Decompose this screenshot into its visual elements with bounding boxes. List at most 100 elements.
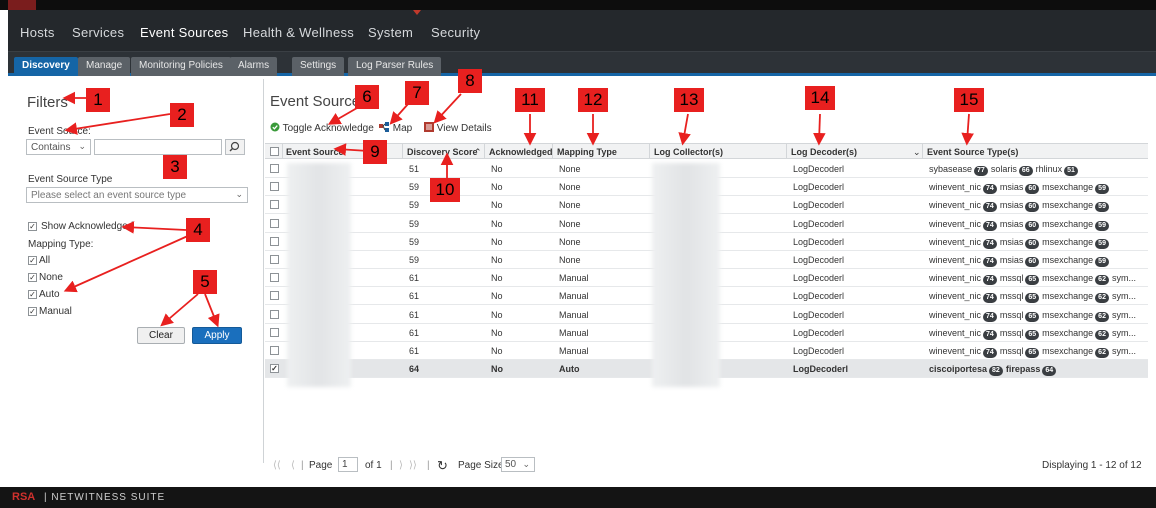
callout-6: 6 (355, 85, 379, 109)
row-checkbox[interactable] (270, 273, 279, 283)
mapping-type-cell: None (559, 255, 581, 265)
tab-monitoring-policies[interactable]: Monitoring Policies (131, 57, 231, 76)
rsa-logo: RSA (12, 491, 36, 503)
column-acknowledged[interactable]: Acknowledged (489, 147, 553, 157)
source-type-score-badge: 74 (983, 257, 997, 267)
column-event-source-types[interactable]: Event Source Type(s) (927, 147, 1018, 157)
page-size-select[interactable]: 50 ⌄ (501, 457, 535, 472)
row-checkbox[interactable] (270, 164, 279, 173)
mapping-auto-checkbox[interactable]: ✓ (28, 290, 37, 299)
tab-discovery[interactable]: Discovery (14, 57, 78, 76)
column-separator (282, 144, 283, 159)
source-type-name: winevent_nic (929, 291, 982, 302)
view-details-label: View Details (436, 123, 492, 134)
map-icon (379, 122, 389, 132)
mapping-manual-checkbox[interactable]: ✓ (28, 307, 37, 316)
next-page-icon[interactable]: ⟩ (399, 460, 403, 471)
chevron-down-icon: ⌄ (522, 459, 530, 469)
select-all-checkbox[interactable] (270, 147, 279, 156)
source-type-name: msexchange (1042, 200, 1094, 211)
tab-manage[interactable]: Manage (78, 57, 131, 76)
column-discovery-score[interactable]: Discovery Score (407, 147, 478, 157)
event-source-types-cell: winevent_nic 74 mssql 65 msexchange 62 sym... (929, 273, 1136, 286)
nav-hosts[interactable]: Hosts (20, 25, 55, 40)
tab-log-parser-rules[interactable]: Log Parser Rules (348, 57, 442, 76)
row-checkbox[interactable] (270, 218, 279, 228)
last-page-icon[interactable]: ⟩⟩ (409, 460, 417, 471)
event-source-label: Event Source: (28, 126, 91, 137)
row-checkbox[interactable] (270, 236, 279, 246)
source-type-name: winevent_nic (929, 236, 982, 247)
event-source-types-cell: winevent_nic 74 msias 60 msexchange 59 (929, 182, 1112, 195)
row-checkbox[interactable] (270, 182, 279, 192)
source-type-score-badge: 65 (1025, 348, 1040, 358)
row-checkbox[interactable] (270, 255, 279, 264)
mapping-type-cell: None (559, 236, 581, 247)
column-event-source[interactable]: Event Source (286, 147, 344, 157)
source-type-name: msexchange (1042, 291, 1094, 302)
log-decoder-cell: LogDecoderl (793, 164, 845, 174)
mapping-type-cell: Manual (559, 273, 589, 284)
source-type-score-badge: 59 (1095, 238, 1109, 249)
nav-health-wellness[interactable]: Health & Wellness (243, 25, 354, 40)
source-type-score-badge: 62 (1095, 275, 1109, 286)
mapping-none-checkbox[interactable]: ✓ (28, 273, 37, 282)
source-type-name: msexchange (1042, 309, 1094, 320)
acknowledged-cell: No (491, 255, 503, 265)
view-details-button[interactable]: View Details (424, 122, 492, 134)
tab-settings[interactable]: Settings (292, 57, 345, 76)
clear-button[interactable]: Clear (137, 327, 185, 344)
source-type-name: msexchange (1042, 182, 1094, 193)
map-button[interactable]: Map (379, 122, 412, 134)
discovery-score-cell: 61 (409, 273, 420, 284)
column-menu-chevron-icon[interactable]: ⌄ (913, 147, 921, 158)
show-acknowledged-checkbox[interactable]: ✓ (28, 222, 37, 231)
toggle-acknowledge-button[interactable]: Toggle Acknowledge (270, 122, 374, 134)
column-log-collectors[interactable]: Log Collector(s) (654, 147, 723, 157)
row-checkbox[interactable] (270, 327, 279, 337)
source-type-name: mssql (999, 327, 1024, 338)
mapping-all-checkbox[interactable]: ✓ (28, 256, 37, 265)
nav-system[interactable]: System (368, 25, 413, 40)
source-type-name: mssql (999, 346, 1024, 356)
prev-page-icon[interactable]: ⟨ (291, 460, 295, 471)
column-separator (484, 144, 485, 159)
source-type-overflow: sym... (1111, 291, 1136, 302)
event-source-type-select[interactable]: Please select an event source type ⌄ (26, 187, 248, 203)
refresh-icon[interactable]: ↻ (437, 458, 448, 474)
source-type-name: winevent_nic (929, 327, 982, 338)
row-checkbox[interactable] (270, 346, 279, 355)
apply-button[interactable]: Apply (192, 327, 242, 344)
first-page-icon[interactable]: ⟨⟨ (273, 460, 281, 471)
source-type-name: winevent_nic (929, 218, 982, 229)
row-checkbox[interactable] (270, 200, 279, 210)
redacted-log-collector-column (652, 163, 720, 387)
tab-alarms[interactable]: Alarms (230, 57, 278, 76)
log-decoder-cell: LogDecoderl (793, 309, 845, 320)
operator-select[interactable]: Contains ⌄ (26, 139, 91, 155)
active-nav-caret-icon (413, 10, 421, 15)
callout-3: 3 (163, 155, 187, 179)
log-decoder-cell: LogDecoderl (793, 364, 849, 375)
row-checkbox[interactable]: ✓ (270, 364, 279, 374)
source-type-name: winevent_nic (929, 182, 982, 193)
log-decoder-cell: LogDecoderl (793, 327, 845, 338)
nav-event-sources[interactable]: Event Sources (140, 25, 228, 40)
source-type-score-badge: 74 (983, 293, 997, 304)
acknowledged-cell: No (491, 200, 503, 211)
log-decoder-cell: LogDecoderl (793, 182, 845, 193)
mapping-type-cell: None (559, 218, 581, 229)
pager-divider: | (427, 460, 430, 471)
source-type-name: msexchange (1042, 255, 1094, 265)
nav-security[interactable]: Security (431, 25, 480, 40)
nav-services[interactable]: Services (72, 25, 124, 40)
search-button[interactable] (225, 139, 245, 155)
source-type-score-badge: 74 (983, 348, 997, 358)
page-number-input[interactable]: 1 (338, 457, 358, 472)
grid-header: Event Source Discovery Score ⌃ Acknowled… (265, 143, 1148, 159)
row-checkbox[interactable] (270, 309, 279, 319)
column-mapping-type[interactable]: Mapping Type (557, 147, 617, 157)
column-log-decoders[interactable]: Log Decoder(s) (791, 147, 857, 157)
row-checkbox[interactable] (270, 291, 279, 301)
event-source-input[interactable] (94, 139, 222, 155)
